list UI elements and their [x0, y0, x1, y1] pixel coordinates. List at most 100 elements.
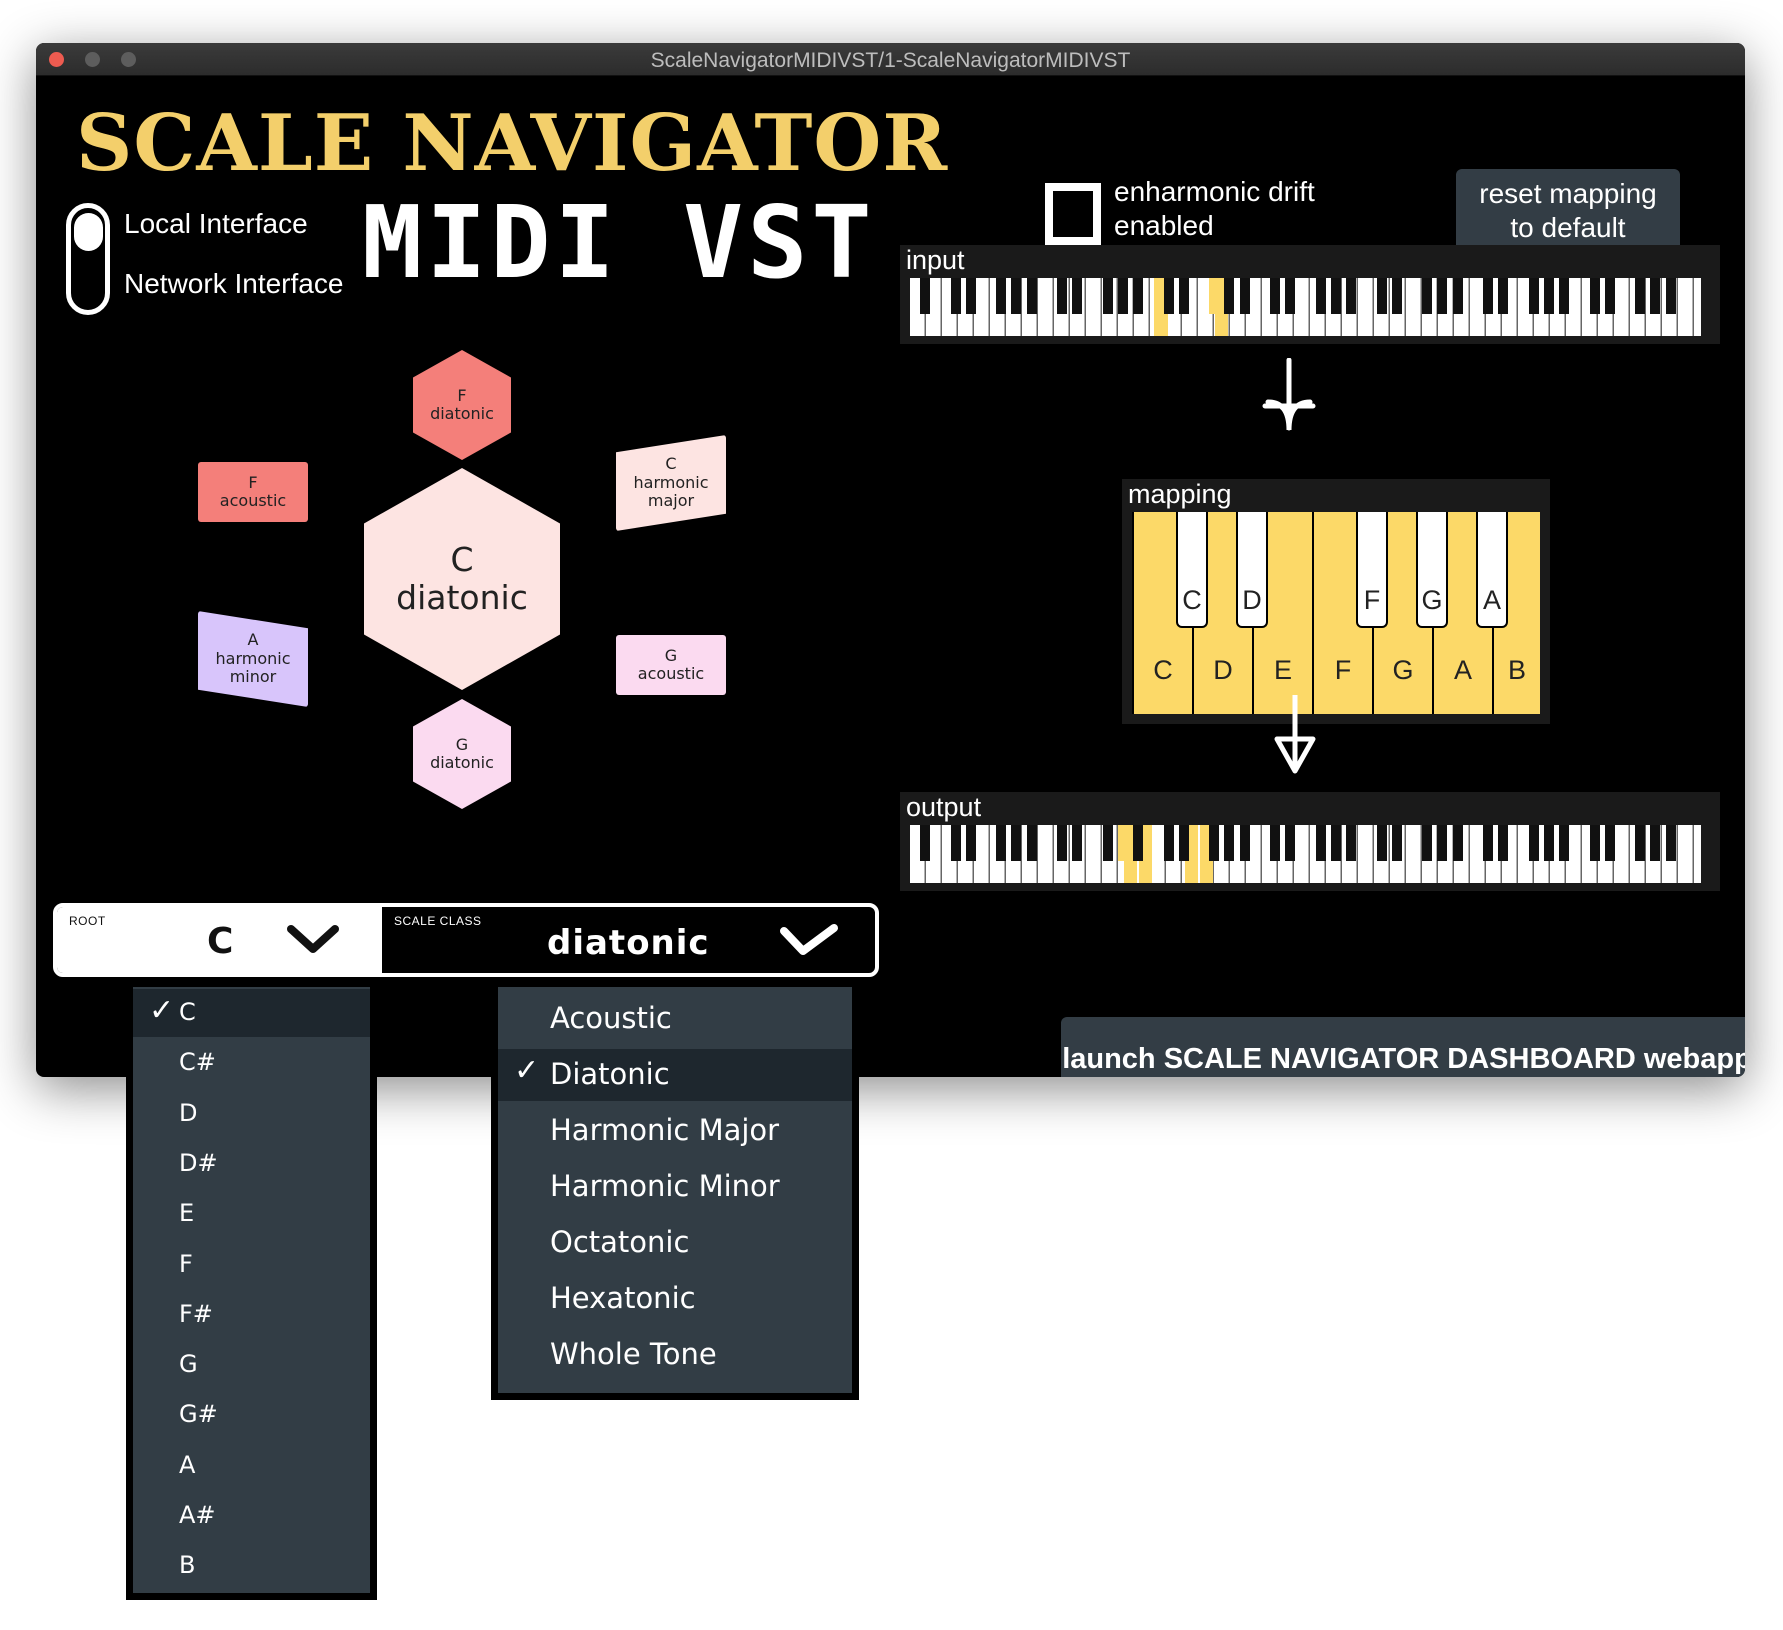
chevron-down-icon[interactable]	[287, 925, 339, 959]
root-option-label: A#	[179, 1501, 216, 1529]
black-key	[1543, 825, 1554, 861]
black-key	[1072, 825, 1083, 861]
window-title: ScaleNavigatorMIDIVST/1-ScaleNavigatorMI…	[650, 49, 1131, 72]
scale-class-option-label: Diatonic	[550, 1057, 670, 1091]
scale-class-value[interactable]: diatonic	[547, 923, 710, 963]
root-option[interactable]: B	[133, 1542, 370, 1590]
mapping-key-label: F	[1334, 655, 1352, 685]
black-key	[1483, 825, 1494, 861]
node-class: harmonic major	[633, 472, 709, 511]
mapping-black-key[interactable]: G	[1416, 512, 1448, 628]
scale-node-f-diatonic[interactable]: F diatonic	[413, 350, 511, 460]
scale-class-dropdown-menu[interactable]: Acoustic ✓ Diatonic Harmonic Major Harmonic …	[491, 980, 859, 1400]
black-key	[950, 825, 961, 861]
black-key	[1178, 825, 1189, 861]
scale-node-g-acoustic[interactable]: G acoustic	[616, 635, 726, 695]
root-option[interactable]: G	[133, 1341, 370, 1389]
current-root: C	[450, 540, 474, 580]
black-key	[1315, 278, 1326, 314]
root-selector[interactable]: ROOT C	[57, 907, 382, 973]
node-root: F	[457, 385, 467, 405]
black-key	[920, 825, 931, 861]
interface-toggle[interactable]	[66, 203, 110, 315]
logo-title: SCALE NAVIGATOR	[76, 98, 949, 189]
scale-class-option[interactable]: Harmonic Minor	[498, 1161, 852, 1213]
output-piano-keyboard[interactable]	[910, 825, 1701, 883]
root-option[interactable]: D	[133, 1090, 370, 1138]
root-option-label: D#	[179, 1148, 218, 1177]
plugin-window: ScaleNavigatorMIDIVST/1-ScaleNavigatorMI…	[36, 43, 1745, 1077]
mapping-key-label: G	[1392, 655, 1414, 685]
scale-node-c-harmonic-major[interactable]: C harmonic major	[616, 435, 726, 531]
mapping-black-key[interactable]: D	[1236, 512, 1268, 628]
mapping-key-label: A	[1453, 655, 1472, 685]
black-key	[1163, 278, 1174, 314]
scale-class-option-label: Whole Tone	[550, 1337, 717, 1371]
black-key	[1498, 825, 1509, 861]
black-key	[1376, 278, 1387, 314]
scale-node-current[interactable]: C diatonic	[364, 468, 560, 690]
root-option[interactable]: E	[133, 1190, 370, 1238]
mapping-keyboard[interactable]: C D E F G A B C D F G A	[1132, 512, 1540, 714]
scale-class-option[interactable]: Octatonic	[498, 1217, 852, 1269]
input-keyboard-panel: input	[900, 245, 1720, 344]
logo-subtitle: MIDI VST	[362, 184, 876, 301]
black-key	[920, 278, 931, 314]
root-value: C	[207, 921, 234, 962]
local-interface-label[interactable]: Local Interface	[124, 208, 308, 240]
black-key	[1498, 278, 1509, 314]
scale-class-option[interactable]: ✓ Diatonic	[498, 1049, 852, 1101]
black-key	[1528, 825, 1539, 861]
title-bar: ScaleNavigatorMIDIVST/1-ScaleNavigatorMI…	[36, 43, 1745, 76]
black-key	[1133, 278, 1144, 314]
toggle-knob[interactable]	[74, 213, 103, 251]
scale-node-f-acoustic[interactable]: F acoustic	[198, 462, 308, 522]
black-key	[1330, 825, 1341, 861]
root-option[interactable]: A	[133, 1442, 370, 1490]
enharmonic-drift-checkbox[interactable]	[1045, 183, 1101, 245]
mapping-key-label: D	[1213, 655, 1233, 685]
mapping-key-label: D	[1242, 585, 1262, 615]
scale-class-option-label: Harmonic Minor	[550, 1169, 780, 1203]
down-arrow-icon	[1262, 357, 1316, 438]
root-option[interactable]: G#	[133, 1391, 370, 1439]
black-key	[1178, 278, 1189, 314]
checkmark-icon: ✓	[149, 993, 175, 1028]
black-key	[1011, 278, 1022, 314]
mapping-key-label: C	[1153, 655, 1173, 685]
black-key	[1102, 825, 1113, 861]
node-class: acoustic	[637, 664, 705, 683]
root-option-label: F#	[179, 1299, 213, 1328]
black-key	[1285, 825, 1296, 861]
enharmonic-label-line1: enharmonic drift	[1114, 176, 1315, 207]
scale-class-option[interactable]: Hexatonic	[498, 1273, 852, 1325]
mapping-key-label: C	[1182, 585, 1202, 615]
root-option[interactable]: D#	[133, 1140, 370, 1188]
scale-class-option[interactable]: Harmonic Major	[498, 1105, 852, 1157]
reset-mapping-button[interactable]: reset mapping to default	[1456, 169, 1680, 253]
launch-dashboard-button[interactable]: launch SCALE NAVIGATOR DASHBOARD webapp	[1061, 1017, 1745, 1077]
root-option[interactable]: F#	[133, 1291, 370, 1339]
chevron-down-icon[interactable]	[779, 923, 839, 963]
input-piano-keyboard[interactable]	[910, 278, 1701, 336]
node-class: diatonic	[430, 753, 494, 772]
mapping-black-key[interactable]: C	[1176, 512, 1208, 628]
scale-class-option[interactable]: Whole Tone	[498, 1329, 852, 1381]
root-option[interactable]: ✓ C	[133, 989, 370, 1037]
scale-class-option[interactable]: Acoustic	[498, 993, 852, 1045]
root-option-label: D	[179, 1098, 198, 1127]
network-interface-label[interactable]: Network Interface	[124, 268, 343, 300]
black-key	[1133, 825, 1144, 861]
scale-node-a-harmonic-minor[interactable]: A harmonic minor	[198, 611, 308, 707]
root-option[interactable]: F	[133, 1241, 370, 1289]
mapping-black-key[interactable]: A	[1476, 512, 1508, 628]
root-dropdown-menu[interactable]: ✓ C C# D D# E F F# G G# A A# B	[126, 980, 377, 1600]
root-option[interactable]: A#	[133, 1492, 370, 1540]
mapping-black-key[interactable]: F	[1356, 512, 1388, 628]
root-option[interactable]: C#	[133, 1039, 370, 1087]
black-key	[1224, 278, 1235, 314]
black-key	[1315, 825, 1326, 861]
scale-node-g-diatonic[interactable]: G diatonic	[413, 699, 511, 809]
black-key	[1604, 278, 1615, 314]
black-key	[1422, 278, 1433, 314]
